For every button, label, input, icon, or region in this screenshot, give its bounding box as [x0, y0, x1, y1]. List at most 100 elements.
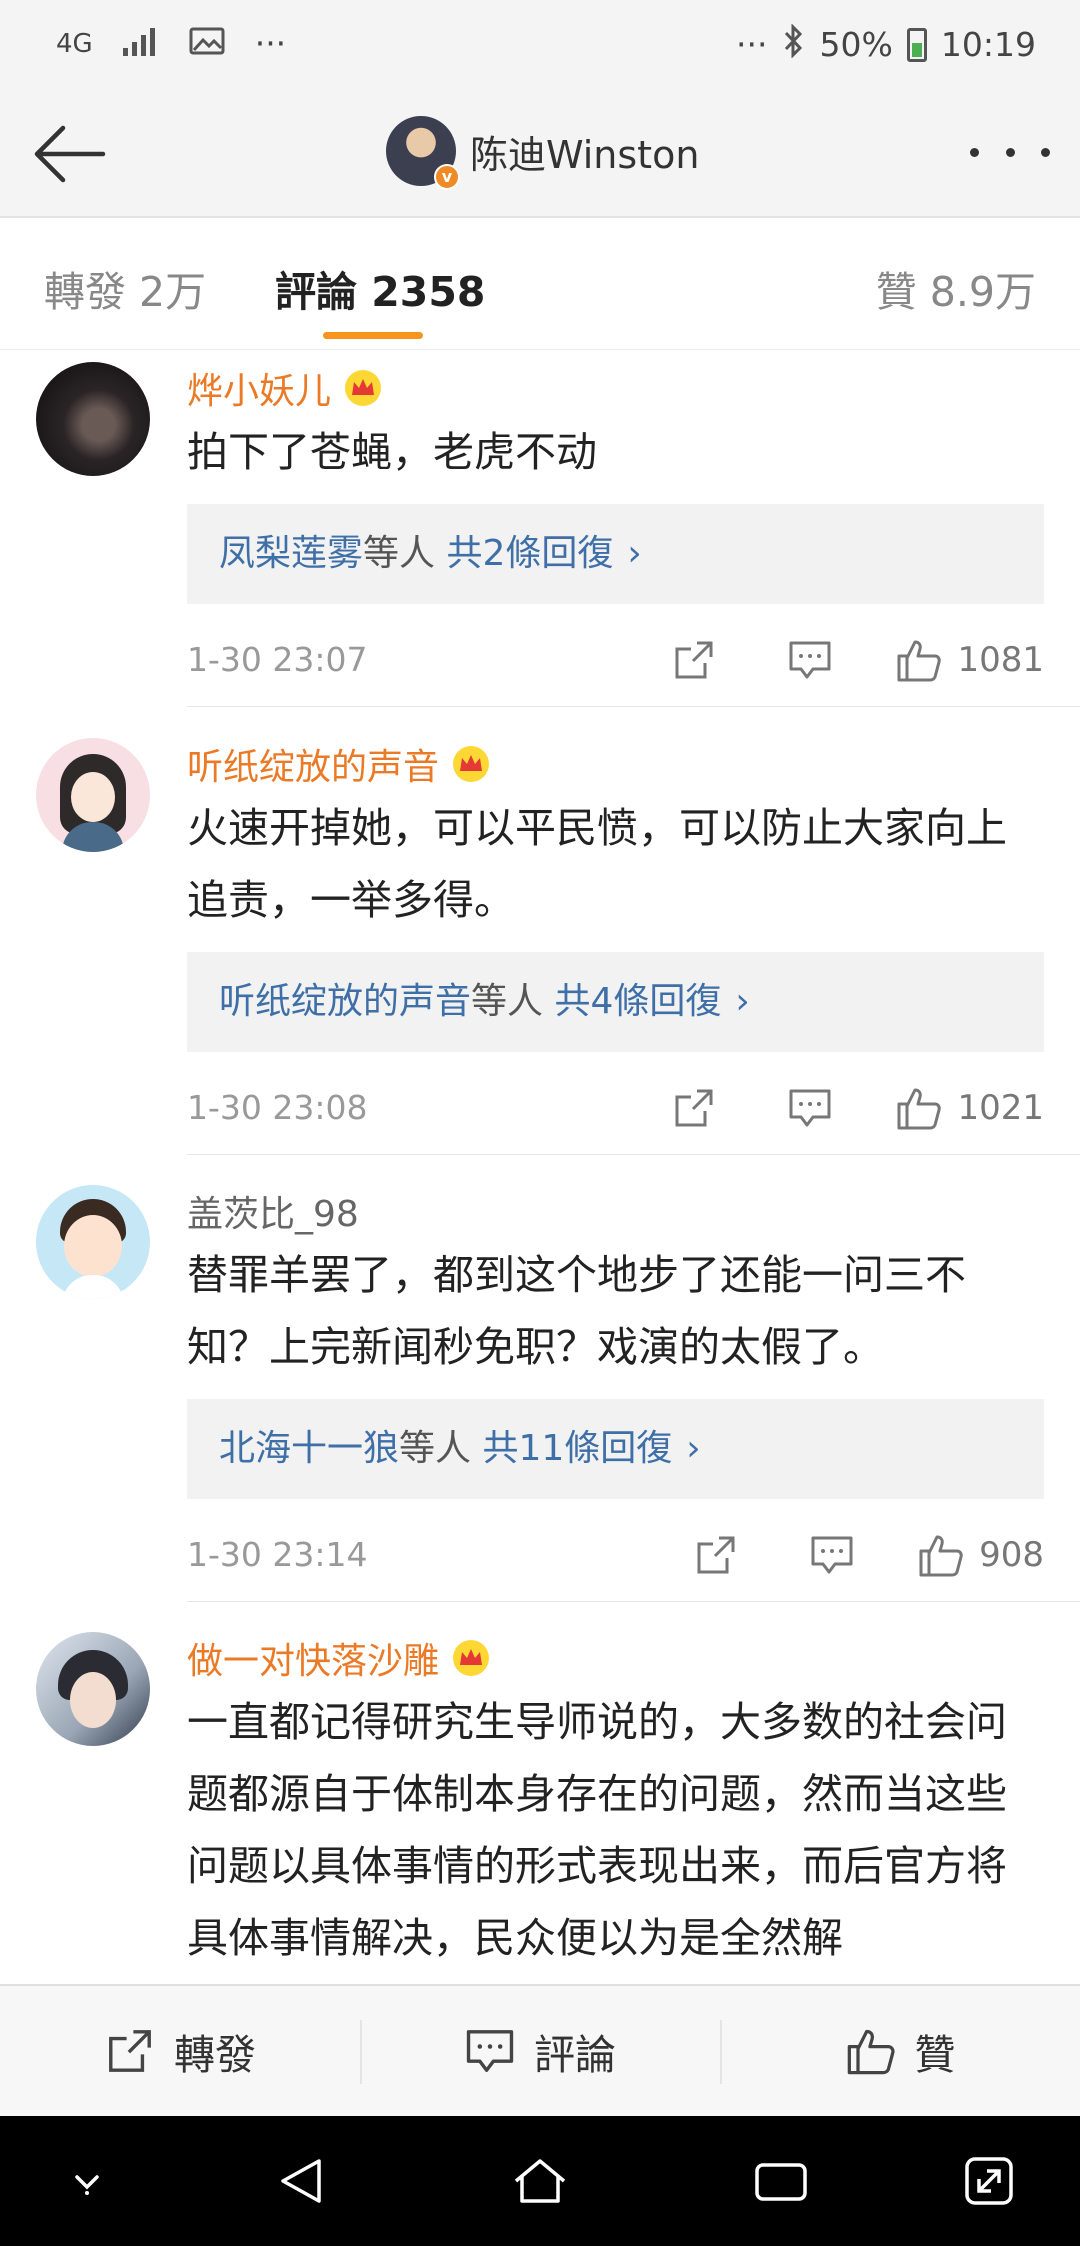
thumbs-up-icon [897, 640, 942, 682]
like-button[interactable]: 908 [917, 1531, 1044, 1579]
share-icon [697, 1536, 735, 1574]
divider [187, 706, 1080, 707]
share-button[interactable] [671, 637, 717, 683]
repost-label: 轉發 [174, 2031, 256, 2079]
like-button[interactable]: 1021 [895, 1084, 1044, 1132]
system-navigation-bar [0, 2116, 1080, 2246]
username-text[interactable]: 烨小妖儿 [187, 362, 331, 414]
recent-apps-icon [755, 2163, 807, 2201]
comment-time: 1-30 23:07 [187, 640, 368, 679]
avatar[interactable] [36, 1185, 150, 1299]
page-title[interactable]: 陈迪Winston [470, 124, 699, 179]
battery-icon [906, 28, 927, 62]
vip-crown-icon [453, 1640, 490, 1676]
comment-meta: 1-30 23:08 1021 [187, 1078, 1044, 1138]
chevron-right-icon: › [686, 1428, 701, 1469]
back-button[interactable] [24, 114, 114, 194]
reply-count[interactable]: 共2條回復 [446, 533, 613, 574]
share-icon [675, 641, 713, 679]
reply-others: 等人 [399, 1428, 472, 1469]
clock: 10:19 [940, 25, 1036, 64]
thumbs-up-icon [919, 1535, 963, 1577]
tab-comments[interactable]: 評論 2358 [275, 258, 485, 318]
reply-button[interactable] [809, 1532, 855, 1578]
vip-crown-icon [345, 370, 382, 406]
system-home-button[interactable] [509, 2150, 571, 2212]
comment-text: 火速开掉她，可以平民愤，可以防止大家向上追责，一举多得。 [187, 804, 1007, 924]
avatar[interactable] [36, 738, 150, 852]
battery-percent: 50% [819, 25, 893, 64]
comment-label: 評論 [534, 2031, 616, 2079]
hide-nav-button[interactable] [56, 2150, 118, 2212]
like-label: 贊 [914, 2031, 956, 2079]
like-count: 1081 [957, 640, 1044, 680]
reply-button[interactable] [787, 637, 833, 683]
share-button[interactable] [671, 1085, 717, 1131]
status-bar: 4G ··· ··· 50% 10:19 [0, 0, 1080, 92]
username-text[interactable]: 做一对快落沙雕 [187, 1632, 439, 1684]
home-icon [514, 2159, 566, 2203]
avatar[interactable] [36, 1632, 150, 1746]
like-post-button[interactable]: 贊 [720, 1986, 1080, 2116]
comment-username[interactable]: 烨小妖儿 [187, 362, 383, 414]
verified-badge-icon: v [434, 164, 460, 190]
reply-names[interactable]: 听纸绽放的声音 [219, 981, 471, 1022]
username-text[interactable]: 盖茨比_98 [187, 1185, 359, 1237]
share-button[interactable] [693, 1532, 739, 1578]
comment-meta: 1-30 23:07 1081 [187, 630, 1044, 690]
active-tab-indicator [323, 332, 423, 339]
comment-actions: 1021 [671, 1078, 1044, 1138]
expand-screen-button[interactable] [958, 2150, 1020, 2212]
dot [1005, 147, 1015, 157]
network-indicator: 4G [56, 29, 93, 59]
tab-reposts[interactable]: 轉發 2万 [44, 258, 206, 318]
nav-bar: v 陈迪Winston [0, 92, 1080, 218]
more-notifications-icon: ··· [254, 24, 287, 63]
avatar[interactable]: v [386, 116, 460, 190]
bluetooth-icon [782, 23, 806, 66]
comment-actions: 908 [693, 1525, 1044, 1585]
comment-username[interactable]: 做一对快落沙雕 [187, 1632, 491, 1684]
more-options-button[interactable] [970, 132, 1050, 172]
reply-others: 等人 [471, 981, 544, 1022]
signal-icon [122, 25, 159, 64]
more-status-icon: ··· [736, 25, 768, 64]
reply-names[interactable]: 北海十一狼 [219, 1428, 399, 1469]
comment-time: 1-30 23:14 [187, 1535, 368, 1574]
reply-count[interactable]: 共4條回復 [554, 981, 721, 1022]
comment-username[interactable]: 盖茨比_98 [187, 1185, 359, 1237]
like-button[interactable]: 1081 [895, 636, 1044, 684]
image-notification-icon [189, 25, 225, 64]
reply-names[interactable]: 凤梨莲雾 [219, 533, 363, 574]
reply-button[interactable] [787, 1085, 833, 1131]
system-back-button[interactable] [270, 2150, 332, 2212]
back-arrow-icon [34, 125, 106, 183]
replies-preview[interactable]: 凤梨莲雾等人 共2條回復 › [187, 504, 1044, 604]
repost-button[interactable]: 轉發 [0, 1986, 360, 2116]
chevron-right-icon: › [735, 981, 750, 1022]
comment-icon [789, 1089, 831, 1127]
reply-count[interactable]: 共11條回復 [482, 1428, 672, 1469]
comment-username[interactable]: 听纸绽放的声音 [187, 738, 491, 790]
thumbs-up-icon [897, 1088, 942, 1130]
comment-button[interactable]: 評論 [360, 1986, 720, 2116]
tab-likes[interactable]: 贊 8.9万 [876, 258, 1036, 318]
profile-header[interactable]: v 陈迪Winston [386, 116, 699, 190]
comment-item: 听纸绽放的声音 火速开掉她，可以平民愤，可以防止大家向上追责，一举多得。 听纸绽… [0, 708, 1080, 1155]
dot [970, 147, 979, 157]
recent-apps-button[interactable] [750, 2150, 812, 2212]
triangle-back-icon [281, 2159, 321, 2203]
avatar[interactable] [36, 362, 150, 476]
chevron-down-icon [75, 2175, 99, 2195]
replies-preview[interactable]: 听纸绽放的声音等人 共4條回復 › [187, 952, 1044, 1052]
comment-time: 1-30 23:08 [187, 1088, 368, 1127]
comment-meta: 1-30 23:14 908 [187, 1525, 1044, 1585]
comment-icon [789, 641, 831, 679]
comment-text: 替罪羊罢了，都到这个地步了还能一问三不知？上完新闻秒免职？戏演的太假了。 [187, 1251, 966, 1371]
username-text[interactable]: 听纸绽放的声音 [187, 738, 439, 790]
comment-text: 拍下了苍蝇，老虎不动 [187, 428, 597, 476]
share-icon [109, 2030, 151, 2072]
bottom-action-bar: 轉發 評論 贊 [0, 1984, 1080, 2116]
status-right-icons: ··· 50% 10:19 [736, 23, 1036, 66]
replies-preview[interactable]: 北海十一狼等人 共11條回復 › [187, 1399, 1044, 1499]
